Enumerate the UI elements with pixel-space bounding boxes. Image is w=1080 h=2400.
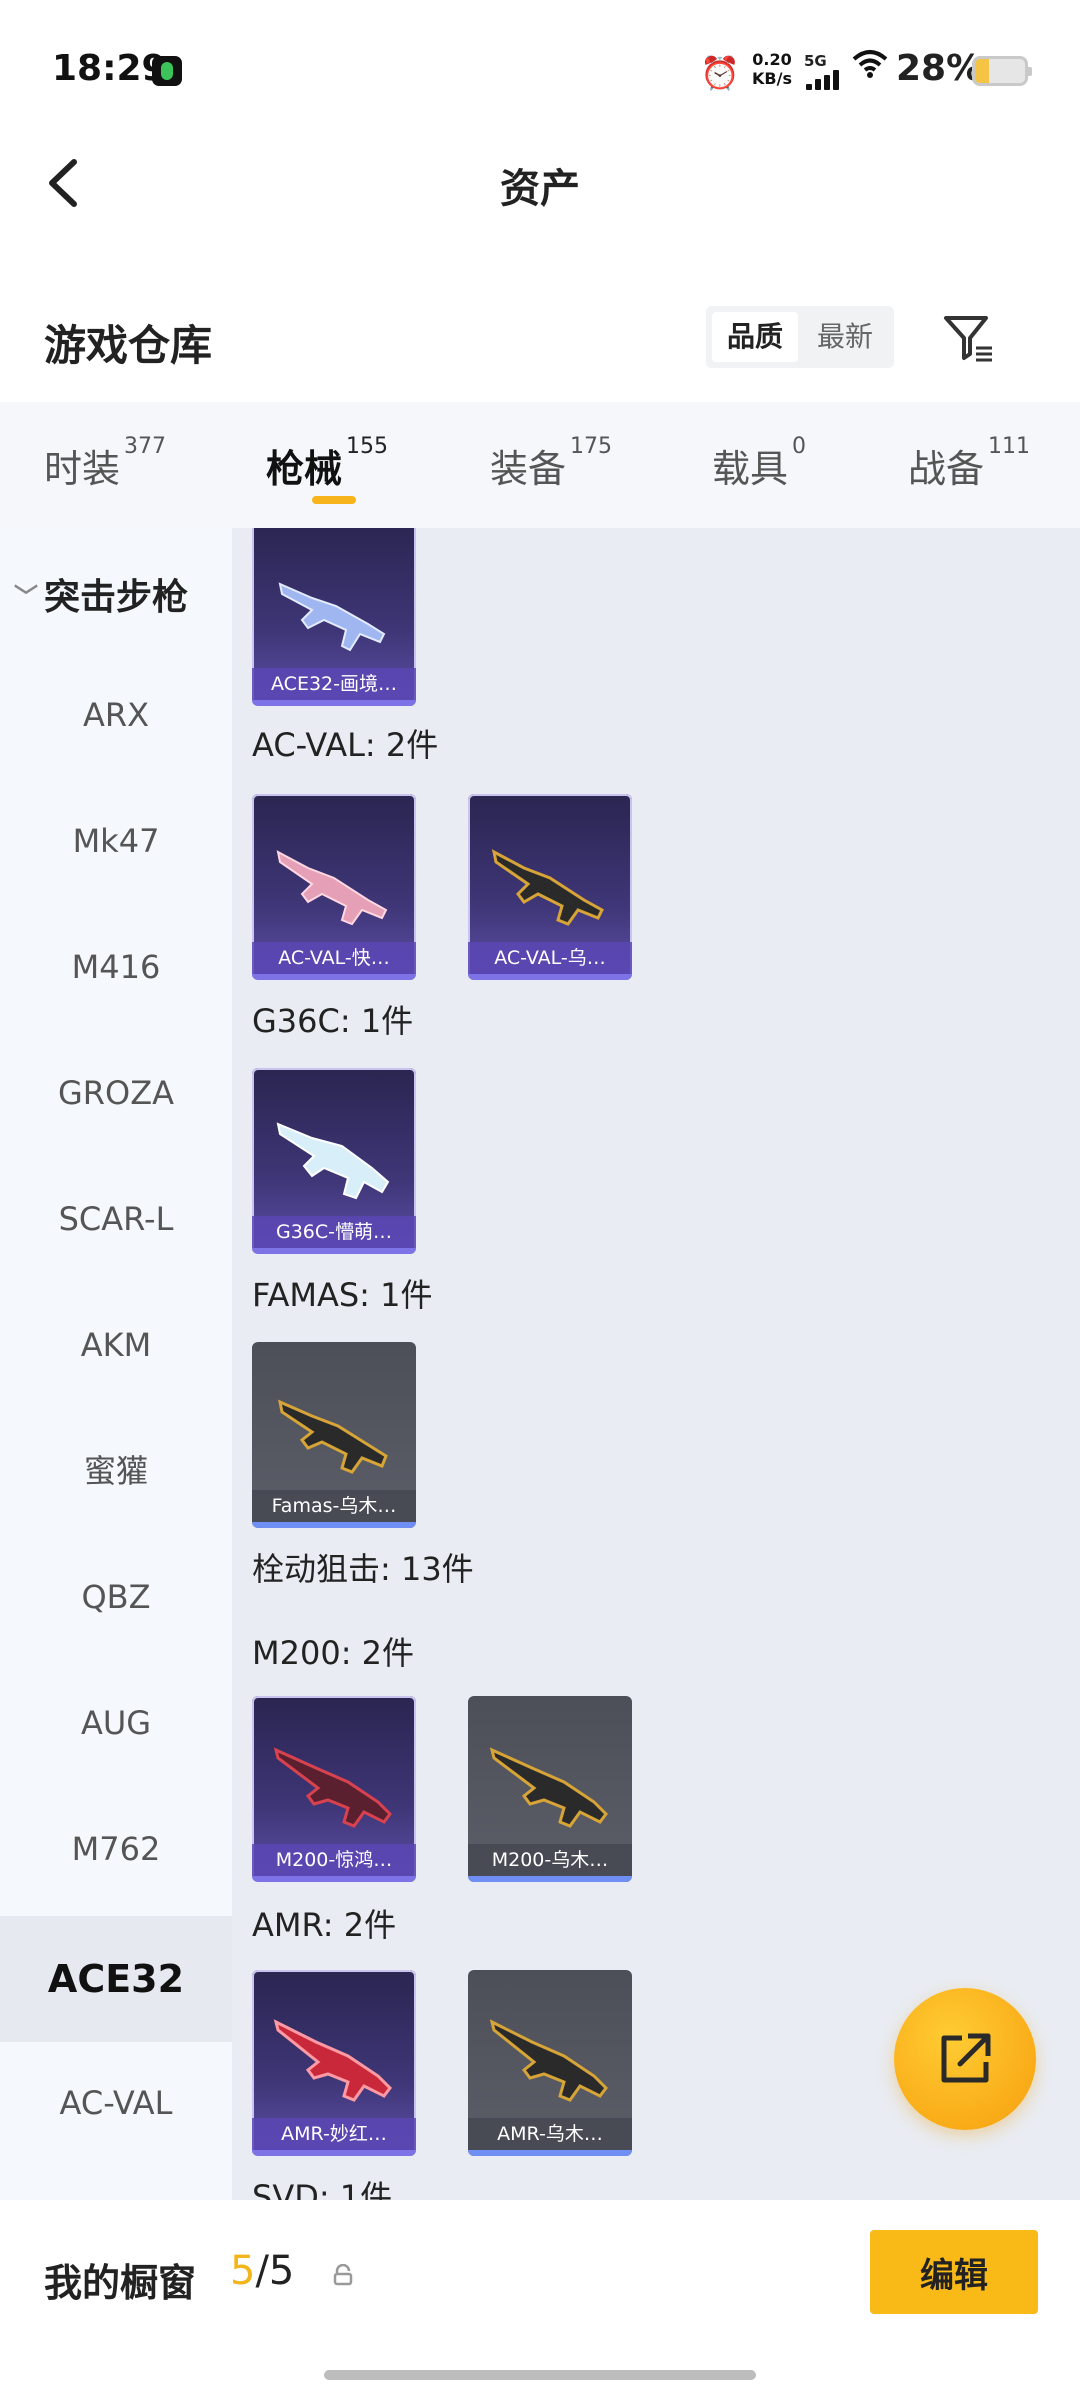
tab-outfit[interactable]: 时装377 (44, 434, 166, 493)
tab-count: 377 (124, 434, 167, 459)
group-label-g36c: G36C: 1件 (252, 1002, 414, 1040)
weapon-card-name: AMR-乌木… (468, 2118, 632, 2150)
weapon-card[interactable]: AC-VAL-乌… (468, 794, 632, 980)
sidebar-item-honey-badger[interactable]: 蜜獾 (0, 1408, 232, 1534)
sidebar-category-label: 突击步枪 (44, 577, 189, 618)
page-title: 资产 (500, 166, 580, 212)
group-label-ac-val: AC-VAL: 2件 (252, 726, 439, 764)
weapon-card-name: ACE32-画境… (252, 668, 416, 700)
network-speed: 0.20 KB/s (752, 50, 792, 88)
warehouse-title: 游戏仓库 (44, 321, 213, 370)
weapon-card[interactable]: AMR-乌木… (468, 1970, 632, 2156)
battery-percent: 28% (896, 48, 983, 89)
rifle-icon (276, 850, 388, 926)
sidebar-item-groza[interactable]: GROZA (0, 1030, 232, 1156)
sidebar-item-qbz[interactable]: QBZ (0, 1534, 232, 1660)
tab-count: 155 (346, 434, 389, 459)
weapon-card[interactable]: G36C-懵萌… (252, 1068, 416, 1254)
wifi-icon (852, 48, 888, 88)
tab-label: 枪械 (266, 447, 343, 491)
weapon-card[interactable]: AMR-妙红… (252, 1970, 416, 2156)
showcase-total: /5 (255, 2248, 295, 2294)
tab-label: 战备 (908, 447, 985, 491)
weapon-grid: ACE32-画境… AC-VAL: 2件 AC-VAL-快… AC-VAL-乌…… (232, 528, 1080, 2200)
signal-icon (806, 70, 842, 90)
weapon-card[interactable]: AC-VAL-快… (252, 794, 416, 980)
clock: 18:29 (52, 48, 167, 89)
tab-equipment[interactable]: 装备175 (490, 434, 612, 493)
share-fab[interactable] (894, 1988, 1036, 2130)
showcase-bar: 我的橱窗 5/5 编辑 (0, 2200, 1080, 2400)
sniper-rifle-icon (273, 1747, 392, 1828)
sidebar-item-akm[interactable]: AKM (0, 1282, 232, 1408)
showcase-label: 我的橱窗 (44, 2261, 197, 2305)
tab-count: 175 (570, 434, 613, 459)
app-notification-icon (152, 56, 182, 86)
sort-option-newest[interactable]: 最新 (802, 312, 888, 362)
lock-icon (333, 2264, 353, 2286)
weapon-card[interactable]: M200-乌木… (468, 1696, 632, 1882)
network-speed-unit: KB/s (752, 69, 792, 88)
category-tabs: 时装377 枪械155 装备175 载具0 战备111 (0, 402, 1080, 528)
sniper-rifle-icon (273, 2019, 392, 2102)
battery-icon (972, 56, 1032, 86)
weapon-card-name: M200-乌木… (468, 1844, 632, 1876)
tab-count: 111 (988, 434, 1031, 459)
group-label-amr: AMR: 2件 (252, 1906, 397, 1944)
showcase-count: 5/5 (230, 2248, 294, 2294)
alarm-icon: ⏰ (700, 54, 740, 92)
group-label-bolt-action: 栓动狙击: 13件 (252, 1550, 474, 1588)
group-label-m200: M200: 2件 (252, 1634, 415, 1672)
share-icon (941, 2033, 991, 2083)
weapon-card[interactable]: M200-惊鸿… (252, 1696, 416, 1882)
weapon-sidebar: ﹀ 突击步枪 ARX Mk47 M416 GROZA SCAR-L AKM 蜜獾 … (0, 528, 232, 2200)
edit-button[interactable]: 编辑 (870, 2230, 1038, 2314)
weapon-card-name: M200-惊鸿… (252, 1844, 416, 1876)
sort-option-quality[interactable]: 品质 (712, 312, 798, 362)
weapon-card-name: AC-VAL-快… (252, 942, 416, 974)
network-speed-value: 0.20 (752, 50, 792, 69)
filter-icon[interactable] (940, 310, 996, 366)
sniper-rifle-icon (489, 1747, 608, 1828)
sniper-rifle-icon (489, 2019, 608, 2102)
status-bar: 18:29 ⏰ 0.20 KB/s 5G 28% (0, 0, 1080, 140)
weapon-card-name: AMR-妙红… (252, 2118, 416, 2150)
weapon-card-name: G36C-懵萌… (252, 1216, 416, 1248)
sidebar-item-scar-l[interactable]: SCAR-L (0, 1156, 232, 1282)
rifle-icon (491, 849, 604, 926)
home-indicator[interactable] (324, 2370, 756, 2380)
sidebar-item-m416[interactable]: M416 (0, 904, 232, 1030)
sidebar-item-m762[interactable]: M762 (0, 1786, 232, 1912)
group-label-svd: SVD: 1件 (252, 2178, 393, 2200)
chevron-down-icon: ﹀ (14, 583, 38, 611)
tab-firearms[interactable]: 枪械155 (266, 434, 388, 493)
sidebar-item-arx[interactable]: ARX (0, 652, 232, 778)
sidebar-item-ac-val[interactable]: AC-VAL (0, 2040, 232, 2166)
sidebar-category-assault-rifles[interactable]: ﹀ 突击步枪 (14, 568, 188, 620)
weapon-card[interactable]: ACE32-画境… (252, 528, 416, 706)
weapon-card-name: Famas-乌木… (252, 1490, 416, 1522)
tab-tactical[interactable]: 战备111 (908, 434, 1030, 493)
sidebar-item-ace32[interactable]: ACE32 (0, 1916, 232, 2042)
tab-label: 时装 (44, 447, 121, 491)
rifle-icon (278, 582, 386, 652)
tab-vehicles[interactable]: 载具0 (712, 434, 806, 493)
tab-label: 装备 (490, 447, 567, 491)
sidebar-item-aug[interactable]: AUG (0, 1660, 232, 1786)
rifle-icon (276, 1122, 390, 1200)
sort-toggle[interactable]: 品质 最新 (706, 306, 894, 368)
sidebar-item-mk47[interactable]: Mk47 (0, 778, 232, 904)
showcase-current: 5 (230, 2248, 256, 2294)
active-tab-indicator (312, 496, 356, 504)
tab-count: 0 (792, 434, 807, 459)
weapon-card[interactable]: Famas-乌木… (252, 1342, 416, 1528)
rifle-icon (277, 1399, 388, 1474)
group-label-famas: FAMAS: 1件 (252, 1276, 433, 1314)
tab-label: 载具 (712, 447, 789, 491)
network-type: 5G (804, 52, 827, 70)
weapon-card-name: AC-VAL-乌… (468, 942, 632, 974)
